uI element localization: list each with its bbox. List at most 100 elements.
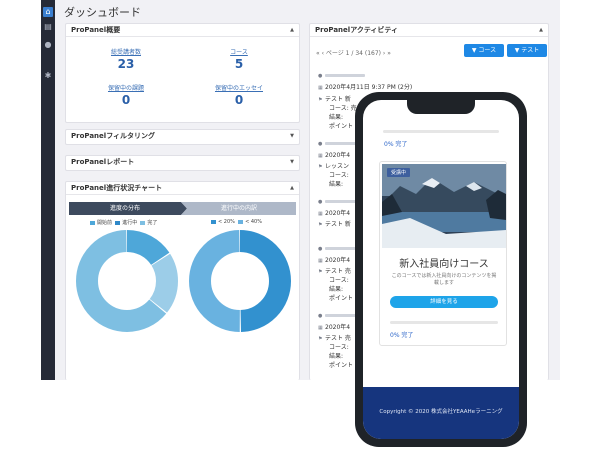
report-title: ProPanelレポート bbox=[71, 158, 135, 166]
progress-text-top: 0% 完了 bbox=[384, 141, 408, 148]
activity-result: 結果: bbox=[329, 114, 344, 121]
activity-date-text: 2020年4 bbox=[325, 210, 351, 217]
page-title: ダッシュボード bbox=[64, 6, 141, 19]
user-icon: ● bbox=[318, 313, 323, 319]
legend-label: < 40% bbox=[245, 219, 262, 225]
phone-frame: 0% 完了 受講中 新入社員向けコース このコースでは新入社員向けのコンテンツを… bbox=[355, 92, 527, 447]
activity-user[interactable]: ● bbox=[318, 72, 365, 80]
activity-date-text: 2020年4 bbox=[325, 257, 351, 264]
legend-label: < 20% bbox=[218, 219, 235, 225]
stat-value: 0 bbox=[234, 93, 244, 107]
activity-points: ポイント bbox=[329, 123, 354, 130]
stat-total-learners[interactable]: 総受講者数 23 bbox=[86, 47, 166, 71]
collapse-icon[interactable]: ▲ bbox=[539, 24, 543, 37]
filter-panel[interactable]: ProPanelフィルタリング ▼ bbox=[65, 129, 300, 145]
legend-label: 進行中 bbox=[122, 220, 138, 226]
calendar-icon: ▦ bbox=[318, 258, 323, 264]
user-icon: ● bbox=[318, 73, 323, 79]
activity-date-text: 2020年4月11日 9:37 PM (2分) bbox=[325, 84, 413, 91]
expand-icon[interactable]: ▼ bbox=[290, 130, 294, 143]
flag-icon: ⚑ bbox=[318, 164, 323, 170]
flag-icon: ⚑ bbox=[318, 336, 323, 342]
activity-item-text: テスト 新 bbox=[325, 96, 351, 103]
activity-pager[interactable]: « ‹ ページ 1 / 34 (167) › » bbox=[316, 48, 391, 57]
overview-title: ProPanel概要 bbox=[71, 26, 121, 34]
activity-item[interactable]: ⚑ レッスン bbox=[318, 163, 349, 171]
stat-label[interactable]: コース bbox=[199, 47, 279, 56]
overview-panel: ProPanel概要 ▲ bbox=[65, 23, 300, 123]
tab-progress-distribution[interactable]: 進度の分布 bbox=[69, 202, 181, 215]
legend-swatch bbox=[211, 219, 216, 224]
progress-chart-header[interactable]: ProPanel進行状況チャート ▲ bbox=[66, 182, 299, 195]
stat-courses[interactable]: コース 5 bbox=[199, 47, 279, 71]
course-image: 受講中 bbox=[382, 164, 506, 248]
filter-header[interactable]: ProPanelフィルタリング ▼ bbox=[66, 130, 299, 143]
copyright-text: Copyright © 2020 株式会社YEAAHeラーニング bbox=[379, 409, 503, 415]
activity-course: コース: bbox=[329, 277, 349, 284]
gear-icon[interactable]: ✱ bbox=[43, 71, 53, 81]
report-panel[interactable]: ProPanelレポート ▼ bbox=[65, 155, 300, 171]
course-card[interactable]: 受講中 新入社員向けコース このコースでは新入社員向けのコンテンツを掲載します … bbox=[379, 161, 507, 346]
stat-value: 23 bbox=[117, 57, 135, 71]
legend-label: 完了 bbox=[147, 220, 158, 226]
filter-title: ProPanelフィルタリング bbox=[71, 132, 156, 140]
progress-distribution-chart[interactable] bbox=[75, 229, 179, 333]
stat-pending-essays[interactable]: 保留中のエッセイ 0 bbox=[199, 83, 279, 107]
test-filter-button[interactable]: ▼ テスト bbox=[507, 44, 547, 57]
phone-screen: 0% 完了 受講中 新入社員向けコース このコースでは新入社員向けのコンテンツを… bbox=[363, 100, 519, 439]
activity-item[interactable]: ⚑ テスト 売 bbox=[318, 335, 351, 343]
stat-label[interactable]: 保留中の課題 bbox=[86, 83, 166, 92]
flag-icon: ⚑ bbox=[318, 269, 323, 275]
calendar-icon: ▦ bbox=[318, 85, 323, 91]
activity-course: コース: bbox=[329, 172, 349, 179]
activity-date: ▦ 2020年4 bbox=[318, 324, 350, 332]
activity-item[interactable]: ⚑ テスト 新 bbox=[318, 96, 351, 104]
activity-header[interactable]: ProPanelアクティビティ ▲ bbox=[310, 24, 548, 37]
stat-pending-assignments[interactable]: 保留中の課題 0 bbox=[86, 83, 166, 107]
home-icon[interactable]: ⌂ bbox=[43, 7, 53, 17]
tab-in-progress-breakdown[interactable]: 進行中の内訳 bbox=[183, 202, 295, 215]
phone-notch bbox=[407, 100, 475, 114]
user-icon: ● bbox=[318, 141, 323, 147]
activity-item[interactable]: ⚑ テスト 新 bbox=[318, 221, 351, 229]
flag-icon: ⚑ bbox=[318, 97, 323, 103]
activity-result: 結果: bbox=[329, 181, 344, 188]
stat-label[interactable]: 総受講者数 bbox=[86, 47, 166, 56]
view-details-button[interactable]: 詳細を見る bbox=[390, 296, 498, 308]
activity-item-text: テスト 売 bbox=[325, 268, 351, 275]
activity-item[interactable]: ⚑ テスト 売 bbox=[318, 268, 351, 276]
sidebar: ⌂ ▤ ● ✱ bbox=[41, 0, 55, 380]
user-icon: ● bbox=[318, 246, 323, 252]
activity-points: ポイント bbox=[329, 362, 354, 369]
course-title[interactable]: 新入社員向けコース bbox=[380, 255, 508, 270]
legend-swatch bbox=[90, 220, 95, 225]
calendar-icon: ▦ bbox=[318, 325, 323, 331]
report-header[interactable]: ProPanelレポート ▼ bbox=[66, 156, 299, 169]
overview-header[interactable]: ProPanel概要 ▲ bbox=[66, 24, 299, 37]
chart2-legend: < 20% < 40% bbox=[211, 219, 262, 225]
expand-icon[interactable]: ▼ bbox=[290, 156, 294, 169]
stat-value: 0 bbox=[121, 93, 131, 107]
book-icon[interactable]: ▤ bbox=[43, 22, 53, 32]
activity-item-text: レッスン bbox=[325, 163, 350, 170]
activity-date: ▦ 2020年4 bbox=[318, 257, 350, 265]
progress-text-bottom: 0% 完了 bbox=[390, 332, 414, 339]
activity-date: ▦ 2020年4 bbox=[318, 152, 350, 160]
activity-date: ▦ 2020年4 bbox=[318, 210, 350, 218]
in-progress-breakdown-chart[interactable] bbox=[188, 229, 292, 333]
activity-date-text: 2020年4 bbox=[325, 152, 351, 159]
redacted-username[interactable] bbox=[325, 74, 365, 77]
activity-date: ▦ 2020年4月11日 9:37 PM (2分) bbox=[318, 84, 412, 92]
progress-chart-title: ProPanel進行状況チャート bbox=[71, 184, 163, 192]
chart1-legend: 開始前 進行中 完了 bbox=[90, 219, 157, 226]
stat-value: 5 bbox=[234, 57, 244, 71]
collapse-icon[interactable]: ▲ bbox=[290, 24, 294, 37]
activity-item-text: テスト 売 bbox=[325, 335, 351, 342]
stat-label[interactable]: 保留中のエッセイ bbox=[199, 83, 279, 92]
legend-label: 開始前 bbox=[97, 220, 113, 226]
user-icon[interactable]: ● bbox=[43, 40, 53, 50]
activity-course: コース: 売 bbox=[329, 105, 357, 112]
collapse-icon[interactable]: ▲ bbox=[290, 182, 294, 195]
course-filter-button[interactable]: ▼ コース bbox=[464, 44, 504, 57]
calendar-icon: ▦ bbox=[318, 153, 323, 159]
